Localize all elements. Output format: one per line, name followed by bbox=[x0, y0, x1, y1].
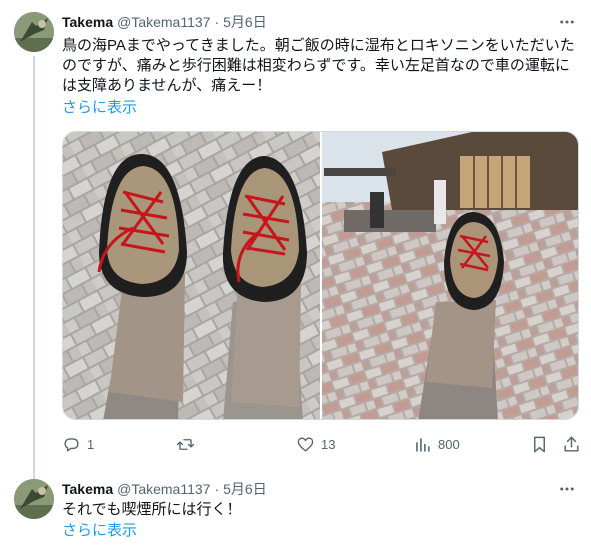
user-handle[interactable]: @Takema1137 bbox=[117, 14, 210, 30]
photo-shoes-on-pavement[interactable] bbox=[63, 132, 320, 419]
tweet-header: Takema @Takema1137 · 5月6日 bbox=[62, 479, 267, 499]
share-button[interactable] bbox=[562, 432, 581, 456]
heart-icon bbox=[297, 436, 314, 452]
share-icon bbox=[564, 436, 579, 452]
reply-count: 1 bbox=[87, 436, 95, 452]
tweet-header: Takema @Takema1137 · 5月6日 bbox=[62, 12, 267, 32]
tweet-date[interactable]: 5月6日 bbox=[223, 12, 267, 32]
more-horizontal-icon bbox=[560, 20, 574, 24]
more-options-button[interactable] bbox=[557, 479, 577, 499]
avatar[interactable] bbox=[14, 479, 54, 519]
bookmark-button[interactable] bbox=[530, 432, 549, 456]
tweet[interactable]: Takema @Takema1137 · 5月6日 鳥の海PAまでやってきました… bbox=[0, 0, 591, 482]
reply-button[interactable]: 1 bbox=[62, 432, 94, 456]
photo-parking-area[interactable] bbox=[322, 132, 578, 419]
display-name[interactable]: Takema bbox=[62, 481, 113, 497]
separator-dot: · bbox=[214, 14, 220, 30]
thread-connector-line bbox=[33, 56, 35, 482]
separator-dot: · bbox=[214, 481, 220, 497]
show-more-link[interactable]: さらに表示 bbox=[62, 521, 137, 541]
tweet-actions: 1 13 800 bbox=[62, 432, 582, 456]
show-more-link[interactable]: さらに表示 bbox=[62, 98, 137, 118]
bookmark-icon bbox=[534, 436, 545, 452]
tweet[interactable]: Takema @Takema1137 · 5月6日 それでも喫煙所には行く！ さ… bbox=[0, 470, 591, 548]
views-count: 800 bbox=[438, 436, 460, 452]
reply-icon bbox=[64, 437, 79, 452]
user-handle[interactable]: @Takema1137 bbox=[117, 481, 210, 497]
views-button[interactable]: 800 bbox=[413, 432, 460, 456]
retweet-button[interactable] bbox=[176, 432, 201, 456]
views-icon bbox=[416, 437, 430, 452]
retweet-icon bbox=[176, 438, 195, 450]
tweet-media-grid bbox=[62, 131, 579, 420]
tweet-text: それでも喫煙所には行く！ bbox=[62, 501, 242, 518]
more-horizontal-icon bbox=[560, 487, 574, 491]
like-count: 13 bbox=[321, 436, 336, 452]
more-options-button[interactable] bbox=[557, 12, 577, 32]
tweet-text: 鳥の海PAまでやってきました。朝ご飯の時に湿布とロキソニンをいただいたのですが、… bbox=[62, 37, 575, 94]
avatar[interactable] bbox=[14, 12, 54, 52]
display-name[interactable]: Takema bbox=[62, 14, 113, 30]
tweet-date[interactable]: 5月6日 bbox=[223, 479, 267, 499]
like-button[interactable]: 13 bbox=[296, 432, 335, 456]
